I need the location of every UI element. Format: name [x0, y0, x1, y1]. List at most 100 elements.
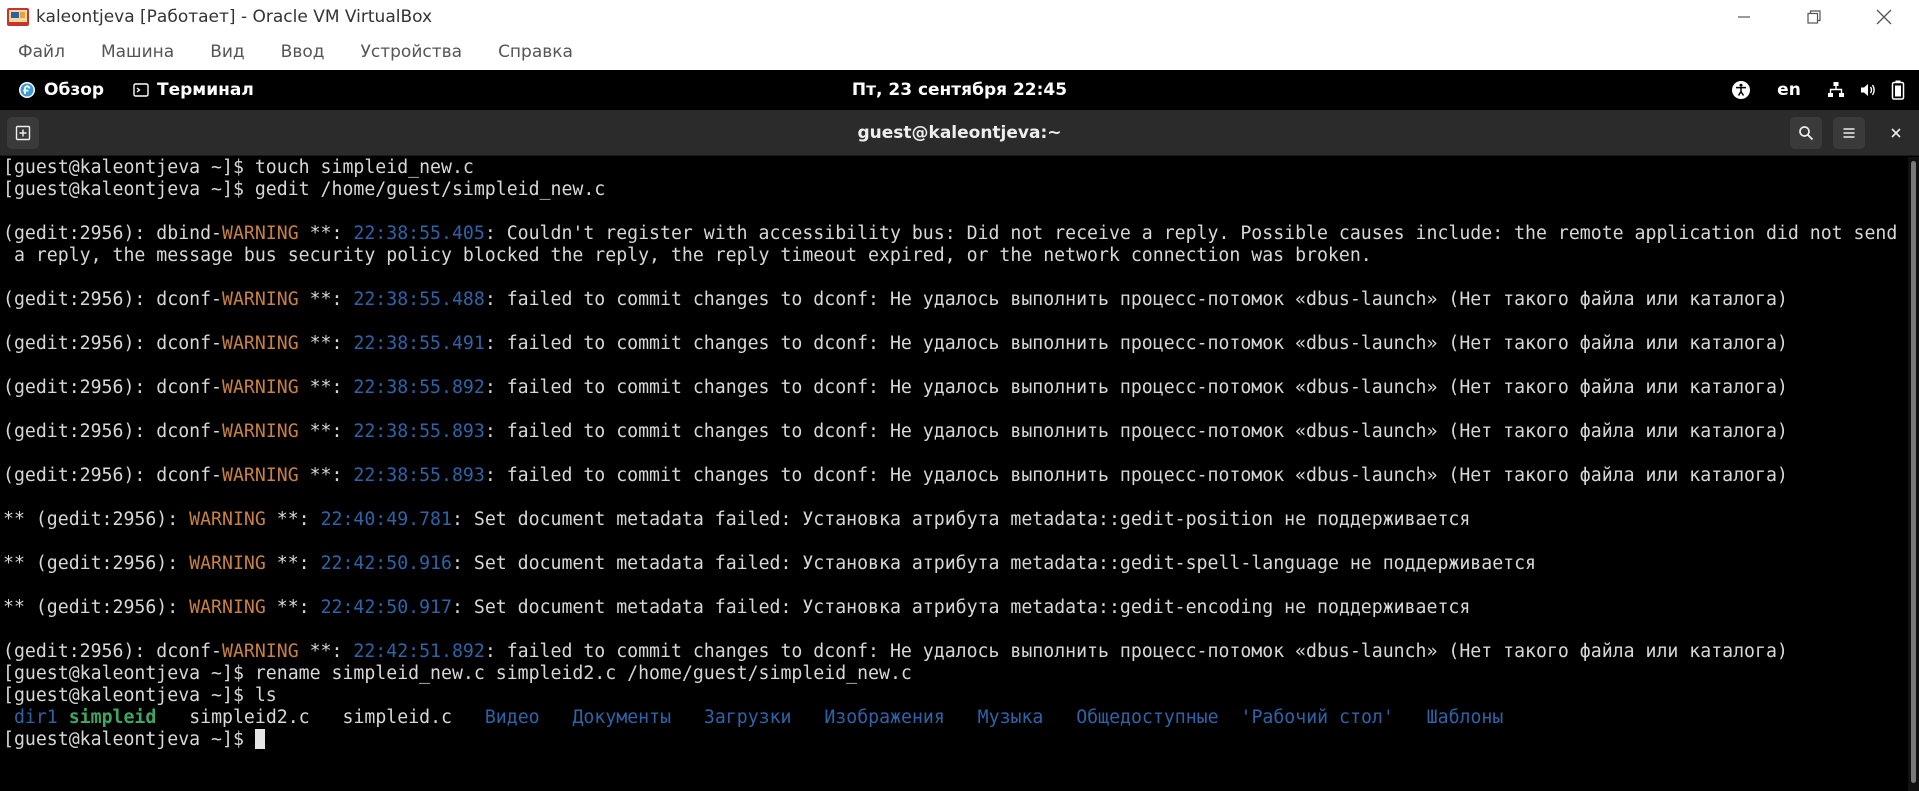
log-level: WARNING [222, 641, 299, 662]
terminal-line: (gedit:2956): dconf-WARNING **: 22:42:51… [3, 641, 1908, 663]
restore-icon [1807, 10, 1821, 24]
keyboard-layout[interactable]: en [1765, 80, 1813, 100]
ls-separator [58, 707, 69, 728]
log-time: 22:42:50.916 [320, 553, 452, 574]
ls-entry: simpleid.c [342, 707, 453, 728]
terminal-line: ** (gedit:2956): WARNING **: 22:42:50.91… [3, 597, 1908, 619]
clock-label: Пт, 23 сентября 22:45 [851, 80, 1068, 100]
ls-separator [945, 707, 978, 728]
log-message: : Set document metadata failed: Установк… [451, 509, 1471, 530]
terminal-headerbar: guest@kaleontjeva:~ [0, 110, 1919, 156]
log-time: 22:38:55.893 [353, 465, 485, 486]
ls-entry: Изображения [824, 707, 945, 728]
minimize-button[interactable] [1709, 0, 1779, 34]
log-level: WARNING [189, 597, 266, 618]
terminal-title-label: guest@kaleontjeva:~ [857, 123, 1062, 143]
fedora-logo-icon [19, 82, 35, 98]
menu-help[interactable]: Справка [480, 42, 591, 62]
log-message: a reply, the message bus security policy… [3, 245, 1372, 266]
new-tab-button[interactable] [7, 117, 39, 149]
log-prefix: ** (gedit:2956): [3, 553, 190, 574]
log-message: : failed to commit changes to dconf: Не … [484, 289, 1788, 310]
window-controls [1709, 0, 1919, 34]
terminal-line: a reply, the message bus security policy… [3, 245, 1908, 267]
ls-separator [1219, 707, 1241, 728]
close-terminal-button[interactable] [1880, 117, 1912, 149]
log-time: 22:40:49.781 [320, 509, 452, 530]
log-separator: **: [298, 333, 354, 354]
log-prefix: (gedit:2956): dconf- [3, 377, 222, 398]
terminal-line: ** (gedit:2956): WARNING **: 22:42:50.91… [3, 553, 1908, 575]
ls-entry: Видео [484, 707, 540, 728]
new-tab-icon [15, 125, 31, 141]
ls-entry: dir1 [13, 707, 58, 728]
command: touch simpleid_new.c [254, 157, 474, 178]
ls-separator [310, 707, 343, 728]
menu-input[interactable]: Ввод [263, 42, 343, 62]
log-message: : failed to commit changes to dconf: Не … [484, 641, 1788, 662]
search-button[interactable] [1790, 117, 1822, 149]
log-time: 22:42:50.917 [320, 597, 452, 618]
ls-entry: Документы [572, 707, 672, 728]
log-separator: **: [298, 377, 354, 398]
menu-button[interactable] [1833, 117, 1865, 149]
network-indicator[interactable] [1827, 81, 1845, 99]
virtualbox-logo-icon [7, 8, 29, 26]
ls-entry: Шаблоны [1426, 707, 1504, 728]
prompt: [guest@kaleontjeva ~]$ [3, 179, 255, 200]
close-window-button[interactable] [1849, 0, 1919, 34]
menu-machine[interactable]: Машина [83, 42, 192, 62]
log-level: WARNING [222, 333, 299, 354]
log-prefix: (gedit:2956): dbind- [3, 223, 222, 244]
terminal-line: ** (gedit:2956): WARNING **: 22:40:49.78… [3, 509, 1908, 531]
clock[interactable]: Пт, 23 сентября 22:45 [0, 70, 1919, 110]
ls-separator [540, 707, 573, 728]
ls-entry: Загрузки [703, 707, 792, 728]
ls-output: dir1 simpleid simpleid2.c simpleid.c Вид… [3, 707, 1908, 729]
app-menu-terminal[interactable]: Терминал [133, 70, 254, 110]
terminal-line: (gedit:2956): dconf-WARNING **: 22:38:55… [3, 289, 1908, 311]
terminal-line: [guest@kaleontjeva ~]$ rename simpleid_n… [3, 663, 1908, 685]
log-message: : failed to commit changes to dconf: Не … [484, 465, 1788, 486]
log-separator: **: [265, 509, 321, 530]
terminal-line: [guest@kaleontjeva ~]$ ls [3, 685, 1908, 707]
prompt: [guest@kaleontjeva ~]$ [3, 663, 255, 684]
log-prefix: ** (gedit:2956): [3, 597, 190, 618]
log-time: 22:38:55.488 [353, 289, 485, 310]
log-separator: **: [298, 223, 354, 244]
scrollbar-thumb[interactable] [1911, 161, 1916, 783]
command: rename simpleid_new.c simpleid2.c /home/… [254, 663, 912, 684]
log-prefix: ** (gedit:2956): [3, 509, 190, 530]
accessibility-menu[interactable] [1731, 80, 1751, 100]
menu-view[interactable]: Вид [192, 42, 262, 62]
activities-button[interactable]: Обзор [18, 70, 104, 110]
network-wired-icon [1828, 82, 1844, 97]
menu-devices[interactable]: Устройства [343, 42, 481, 62]
log-level: WARNING [222, 289, 299, 310]
log-message: : Set document metadata failed: Установк… [451, 553, 1536, 574]
log-message: : failed to commit changes to dconf: Не … [484, 421, 1788, 442]
terminal-output[interactable]: [guest@kaleontjeva ~]$ touch simpleid_ne… [0, 157, 1908, 791]
command: gedit /home/guest/simpleid_new.c [254, 179, 606, 200]
terminal-line: (gedit:2956): dconf-WARNING **: 22:38:55… [3, 333, 1908, 355]
app-menu-label: Терминал [157, 80, 254, 100]
terminal-scrollbar[interactable] [1908, 157, 1919, 791]
keyboard-layout-label: en [1777, 80, 1801, 100]
volume-indicator[interactable] [1859, 81, 1877, 99]
log-level: WARNING [189, 509, 266, 530]
ls-separator [792, 707, 825, 728]
command: ls [254, 685, 277, 706]
ls-separator [1394, 707, 1427, 728]
ls-entry: simpleid2.c [189, 707, 310, 728]
close-icon [1891, 128, 1901, 138]
prompt: [guest@kaleontjeva ~]$ [3, 157, 255, 178]
battery-indicator[interactable] [1891, 80, 1905, 100]
restore-button[interactable] [1779, 0, 1849, 34]
menu-file[interactable]: Файл [0, 42, 83, 62]
terminal-line: (gedit:2956): dconf-WARNING **: 22:38:55… [3, 421, 1908, 443]
